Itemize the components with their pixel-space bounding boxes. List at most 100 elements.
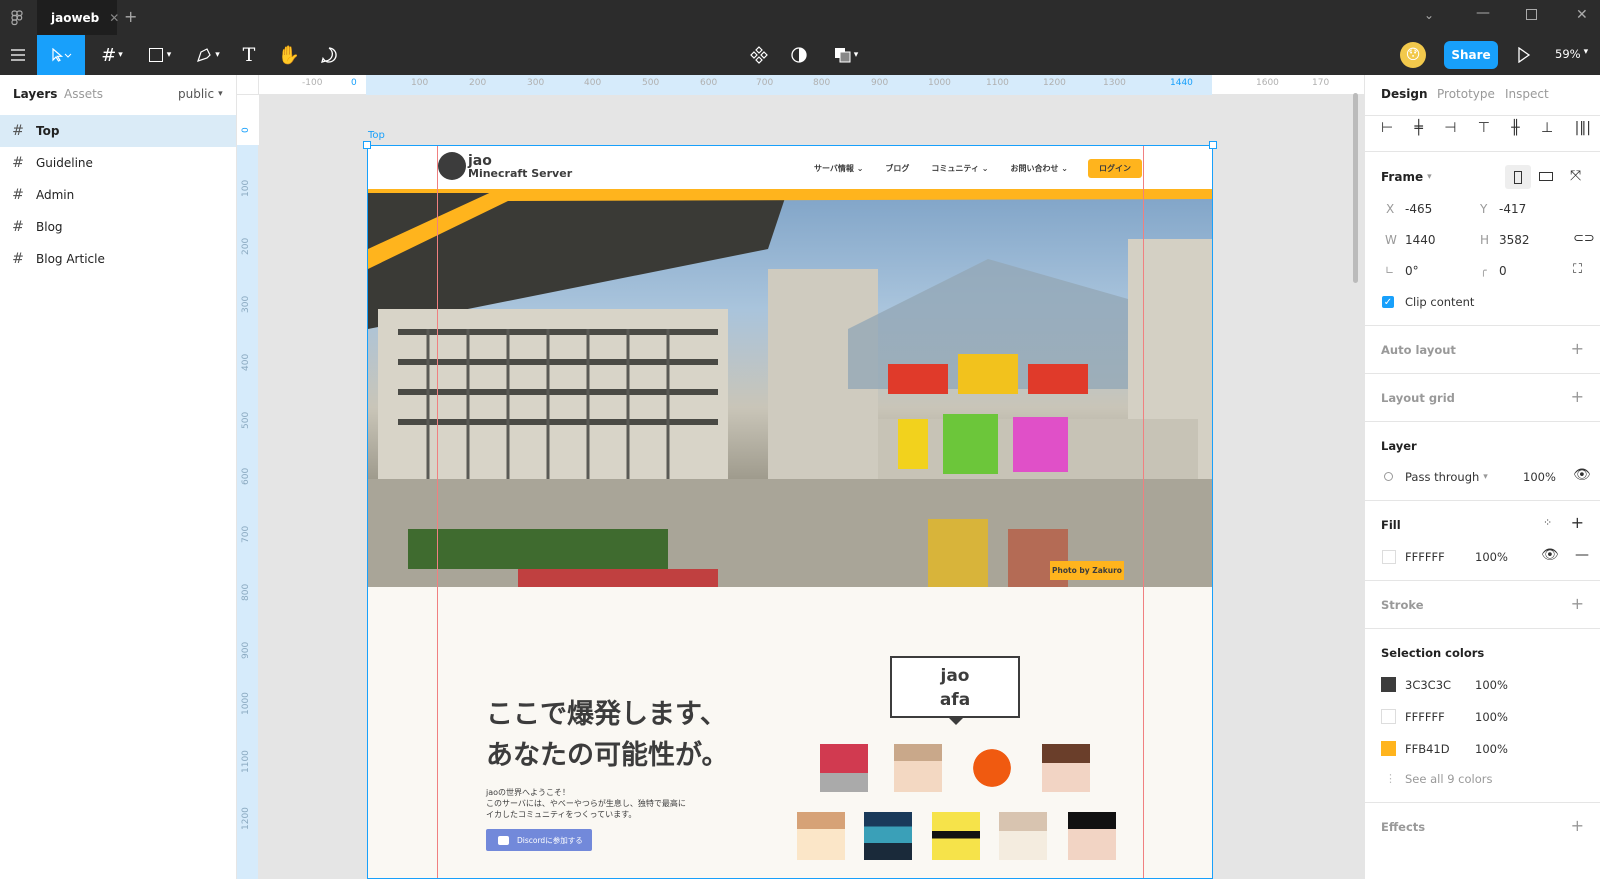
layer-top[interactable]: # Top — [0, 115, 236, 147]
design-frame[interactable]: jao Minecraft Server サーバ情報 ⌄ ブログ コミュニティ … — [367, 145, 1213, 879]
close-tab-icon[interactable]: ✕ — [109, 11, 119, 25]
align-right-icon[interactable]: ⊣ — [1444, 120, 1456, 140]
add-effect-icon[interactable]: + — [1571, 816, 1584, 835]
eye-icon[interactable]: 👁 — [1573, 467, 1591, 483]
align-center-horizontal-icon[interactable]: ╪ — [1415, 120, 1423, 140]
align-middle-icon[interactable]: ╫ — [1511, 120, 1519, 140]
remove-fill-icon[interactable]: — — [1575, 547, 1589, 563]
ruler-tick-label: 1100 — [241, 750, 251, 773]
file-tab-label: jaoweb — [51, 10, 100, 25]
figma-logo-icon[interactable] — [10, 10, 24, 26]
page-select[interactable]: public ▾ — [178, 87, 223, 101]
components-icon[interactable] — [744, 35, 774, 75]
corner-radius-input[interactable]: 0 — [1499, 264, 1507, 278]
add-tab-button[interactable]: + — [124, 7, 137, 26]
nav-server-info[interactable]: サーバ情報 ⌄ — [814, 163, 863, 174]
x-input[interactable]: -465 — [1405, 202, 1432, 216]
tab-prototype[interactable]: Prototype — [1437, 87, 1495, 101]
selection-color-row[interactable]: 3C3C3C 100% — [1381, 676, 1581, 694]
tab-inspect[interactable]: Inspect — [1505, 87, 1549, 101]
add-stroke-icon[interactable]: + — [1571, 594, 1584, 613]
distribute-icon[interactable]: |‖| — [1575, 120, 1591, 140]
file-tab[interactable]: jaoweb ✕ — [37, 0, 119, 35]
frame-tool-button[interactable]: # ▾ — [92, 35, 132, 75]
independent-corners-icon[interactable]: ⛶ — [1573, 262, 1582, 277]
align-top-icon[interactable]: ⊤ — [1478, 120, 1490, 140]
x-label: X — [1386, 202, 1395, 216]
hand-icon: ✋ — [277, 44, 301, 66]
selection-color-row[interactable]: FFFFFF 100% — [1381, 708, 1581, 726]
zoom-dropdown[interactable]: 59% ▾ — [1555, 47, 1588, 61]
nav-contact[interactable]: お問い合わせ ⌄ — [1010, 163, 1068, 174]
align-left-icon[interactable]: ⊢ — [1381, 120, 1393, 140]
align-bottom-icon[interactable]: ⊥ — [1541, 120, 1553, 140]
avatar-face-3 — [968, 744, 1016, 792]
fill-opacity[interactable]: 100% — [1475, 550, 1508, 564]
ruler-tick-label: 300 — [527, 78, 545, 88]
nav-blog[interactable]: ブログ — [885, 163, 909, 174]
fill-eye-icon[interactable]: 👁 — [1541, 547, 1559, 563]
maximize-icon[interactable] — [1526, 9, 1537, 20]
main-menu-icon[interactable] — [0, 35, 36, 75]
clip-content-checkbox[interactable]: ✓ — [1382, 296, 1394, 308]
fill-swatch[interactable] — [1382, 550, 1396, 564]
w-input[interactable]: 1440 — [1405, 233, 1436, 247]
rotation-input[interactable]: 0° — [1405, 264, 1419, 278]
hand-tool-button[interactable]: ✋ — [274, 35, 304, 75]
boolean-icon[interactable]: ▾ — [826, 35, 866, 75]
ruler-selection-band — [366, 75, 1212, 95]
resize-handle-tl[interactable] — [363, 141, 371, 149]
style-grid-icon[interactable]: ⁘ — [1543, 516, 1552, 529]
play-icon[interactable] — [1517, 46, 1531, 67]
y-input[interactable]: -417 — [1499, 202, 1526, 216]
layer-admin[interactable]: # Admin — [0, 179, 236, 211]
selection-color-row[interactable]: FFB41D 100% — [1381, 740, 1581, 758]
comment-tool-button[interactable] — [314, 35, 344, 75]
layer-blog-article[interactable]: # Blog Article — [0, 243, 236, 275]
move-tool-button[interactable] — [37, 35, 85, 75]
avatar[interactable]: 😯 — [1400, 42, 1426, 68]
canvas[interactable]: Top jao Minecraft Server サーバ情報 ⌄ ブログ コミュ… — [237, 75, 1364, 879]
layer-opacity[interactable]: 100% — [1523, 470, 1556, 484]
ruler-tick-label: 1300 — [1103, 78, 1126, 88]
frame-dropdown[interactable]: Frame ▾ — [1381, 170, 1432, 184]
add-fill-icon[interactable]: + — [1571, 513, 1584, 532]
pen-tool-button[interactable]: ▾ — [188, 35, 228, 75]
constrain-proportions-icon[interactable]: ⊂⊃ — [1573, 231, 1595, 246]
resize-handle-tr[interactable] — [1209, 141, 1217, 149]
frame-label[interactable]: Top — [368, 130, 385, 141]
fill-hex[interactable]: FFFFFF — [1405, 550, 1445, 564]
blend-mode-dropdown[interactable]: Pass through ▾ — [1405, 470, 1488, 484]
nav-community[interactable]: コミュニティ ⌄ — [931, 163, 988, 174]
chevron-down-icon[interactable]: ⌄ — [1424, 8, 1434, 22]
ruler-tick-label: 1200 — [241, 807, 251, 830]
share-button[interactable]: Share — [1444, 41, 1498, 69]
tab-assets[interactable]: Assets — [64, 87, 103, 101]
avatar-face-7 — [932, 812, 980, 860]
tab-layers[interactable]: Layers — [13, 87, 57, 101]
minimize-icon[interactable]: — — [1476, 5, 1490, 21]
color-opacity: 100% — [1475, 710, 1508, 724]
portrait-toggle[interactable] — [1505, 165, 1531, 189]
h-input[interactable]: 3582 — [1499, 233, 1530, 247]
effects-title: Effects — [1381, 820, 1426, 834]
text-tool-button[interactable]: T — [234, 35, 264, 75]
site-header: jao Minecraft Server サーバ情報 ⌄ ブログ コミュニティ … — [368, 146, 1212, 189]
site-logo[interactable]: jao Minecraft Server — [438, 152, 572, 180]
add-layout-grid-icon[interactable]: + — [1571, 387, 1584, 406]
landscape-icon[interactable] — [1539, 172, 1553, 181]
ruler-tick-label: 1200 — [1043, 78, 1066, 88]
layer-guideline[interactable]: # Guideline — [0, 147, 236, 179]
resize-to-fit-icon[interactable]: ⤧ — [1570, 168, 1581, 184]
shape-tool-button[interactable]: ▾ — [140, 35, 180, 75]
vertical-scrollbar[interactable] — [1353, 93, 1358, 283]
mask-icon[interactable] — [784, 35, 814, 75]
layer-blog[interactable]: # Blog — [0, 211, 236, 243]
see-all-colors-link[interactable]: See all 9 colors — [1405, 772, 1492, 786]
tab-design[interactable]: Design — [1381, 87, 1428, 101]
ruler-tick-label: 400 — [241, 353, 251, 371]
close-window-icon[interactable]: ✕ — [1576, 7, 1588, 23]
discord-button[interactable]: Discordに参加する — [486, 829, 592, 851]
login-button[interactable]: ログイン — [1088, 159, 1142, 178]
add-auto-layout-icon[interactable]: + — [1571, 339, 1584, 358]
